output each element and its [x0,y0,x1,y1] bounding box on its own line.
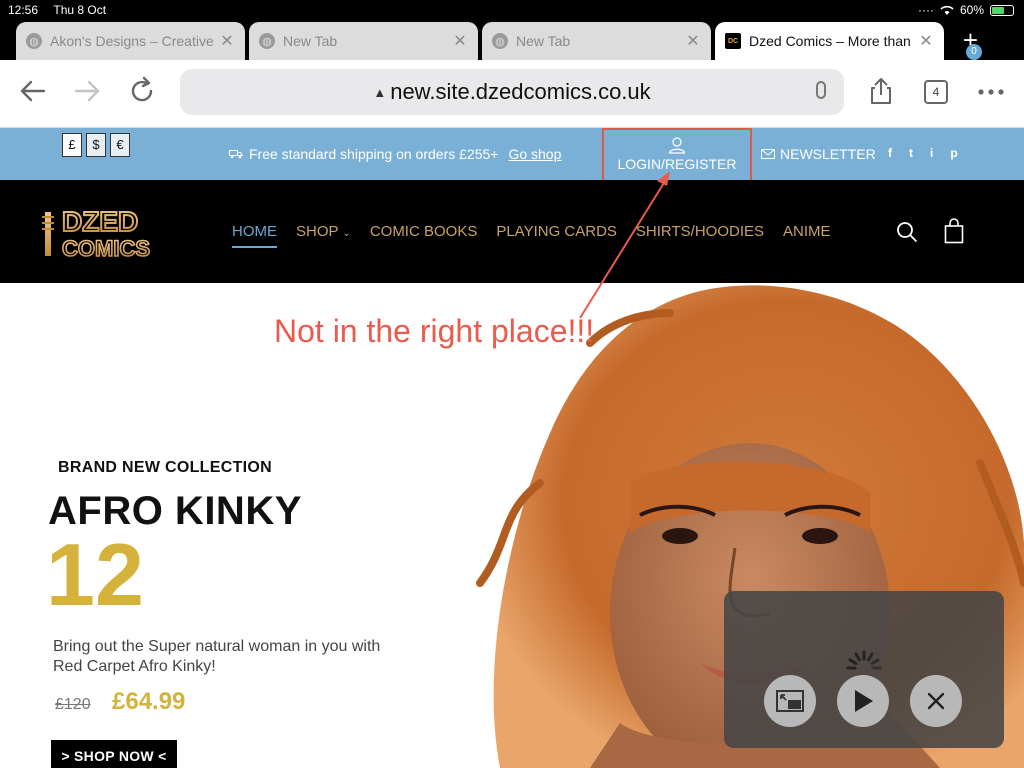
site-top-bar: £ $ € Free standard shipping on orders £… [0,128,1024,184]
close-tab-icon[interactable]: ✕ [685,31,701,51]
browser-toolbar: ▲ new.site.dzedcomics.co.uk [0,60,1024,128]
play-icon [855,690,873,712]
nav-shirts-hoodies[interactable]: SHIRTS/HOODIES [636,223,764,240]
close-video-button[interactable] [910,675,962,727]
tab-strip: ◍ Akon's Designs – Creative ✕ ◍ New Tab … [0,20,1024,60]
tab-title: Dzed Comics – More than [749,33,911,49]
cart-count-badge: 0 [966,44,982,60]
wifi-icon [940,5,954,15]
status-bar: 12:56 Thu 8 Oct ···· 60% [0,0,1024,20]
shipping-notice: Free standard shipping on orders £255+ G… [229,146,561,162]
close-tab-icon[interactable]: ✕ [219,31,235,51]
picture-in-picture-icon [776,690,804,712]
status-date: Thu 8 Oct [53,3,107,17]
video-overlay [724,591,1004,748]
battery-fill [992,6,1004,14]
hero-description: Bring out the Super natural woman in you… [53,638,381,675]
shipping-text: Free standard shipping on orders £255+ [249,146,499,162]
nav-shop[interactable]: SHOP ⌄ [296,223,351,240]
hero-kicker: BRAND NEW COLLECTION [58,459,272,476]
signal-dots-icon: ···· [917,3,934,17]
envelope-icon [761,149,775,159]
tab-akons-designs[interactable]: ◍ Akon's Designs – Creative ✕ [16,22,245,60]
more-options-icon[interactable] [976,76,1006,106]
logo-text-comics: COMICS [62,236,150,260]
newsletter-link[interactable]: NEWSLETTER [761,146,876,162]
dzed-comics-logo[interactable]: DZED COMICS [40,206,175,260]
lock-icon: ▲ [373,84,387,100]
facebook-icon[interactable]: f [888,146,892,160]
go-shop-link[interactable]: Go shop [508,146,561,162]
close-tab-icon[interactable]: ✕ [452,31,468,51]
annotation-text: Not in the right place!!! [274,313,595,349]
play-button[interactable] [837,675,889,727]
exit-picture-in-picture-button[interactable] [764,675,816,727]
nav-comic-books[interactable]: COMIC BOOKS [370,223,478,240]
chevron-down-icon: ⌄ [342,228,351,239]
globe-icon: ◍ [492,33,508,49]
status-time: 12:56 [8,3,39,17]
nav-shop-label: SHOP [296,223,339,240]
old-price: £120 [55,696,91,713]
instagram-icon[interactable]: i [930,146,933,160]
pinterest-icon[interactable]: p [950,146,957,160]
tab-new-tab-1[interactable]: ◍ New Tab ✕ [249,22,478,60]
twitter-icon[interactable]: t [909,146,913,160]
nav-anime[interactable]: ANIME [783,223,831,240]
newsletter-label: NEWSLETTER [780,146,876,162]
tab-new-tab-2[interactable]: ◍ New Tab ✕ [482,22,711,60]
shopping-bag-icon[interactable] [944,218,964,244]
search-icon[interactable] [896,221,918,243]
tab-title: New Tab [283,33,338,49]
currency-eur[interactable]: € [110,133,130,157]
logo-text-dzed: DZED [62,206,138,237]
battery-icon [990,4,1014,16]
tab-title: New Tab [516,33,571,49]
main-nav: HOME SHOP ⌄ COMIC BOOKS PLAYING CARDS SH… [232,223,831,248]
close-icon [927,692,945,710]
back-arrow-icon[interactable] [18,76,48,106]
battery-percent: 60% [959,3,984,17]
tab-count-button[interactable]: 4 [924,80,948,104]
globe-icon: ◍ [259,33,275,49]
microphone-icon[interactable] [816,81,826,99]
login-register-link[interactable]: LOGIN/REGISTER [602,128,752,184]
login-register-label: LOGIN/REGISTER [617,156,737,172]
user-icon [668,137,686,154]
site-header: DZED COMICS HOME SHOP ⌄ COMIC BOOKS PLAY… [0,180,1024,283]
nav-home[interactable]: HOME [232,223,277,248]
social-links: f t i p [888,146,958,160]
nav-playing-cards[interactable]: PLAYING CARDS [496,223,617,240]
close-tab-icon[interactable]: ✕ [918,31,934,51]
forward-arrow-icon[interactable] [72,76,102,106]
truck-icon [229,150,243,159]
url-text: new.site.dzedcomics.co.uk [390,79,651,104]
globe-icon: ◍ [26,33,42,49]
hero-number: 12 [46,525,144,624]
sale-price: £64.99 [112,688,186,715]
tab-title: Akon's Designs – Creative [50,33,214,49]
shop-now-button[interactable]: > SHOP NOW < [51,740,177,768]
tab-dzed-comics[interactable]: DC Dzed Comics – More than ✕ [715,22,944,60]
reload-icon[interactable] [127,76,157,106]
share-icon[interactable] [866,76,896,106]
currency-usd[interactable]: $ [86,133,106,157]
dzed-favicon-icon: DC [725,33,741,49]
address-bar[interactable]: ▲ new.site.dzedcomics.co.uk [180,69,844,115]
currency-gbp[interactable]: £ [62,133,82,157]
ipad-screen: 12:56 Thu 8 Oct ···· 60% ◍ Akon's Design… [0,0,1024,768]
